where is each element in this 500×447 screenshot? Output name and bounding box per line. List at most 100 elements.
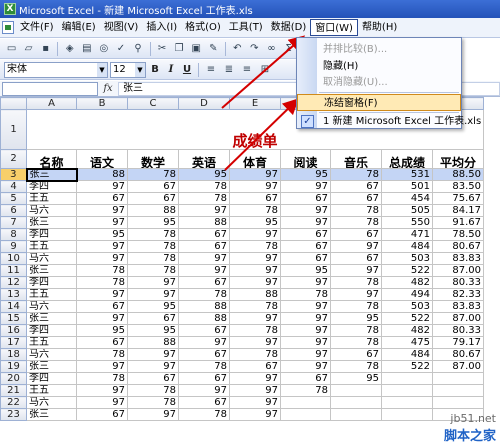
table-cell[interactable]: 550 bbox=[381, 216, 433, 229]
name-cell[interactable]: 马六 bbox=[26, 252, 77, 265]
table-cell[interactable]: 97 bbox=[229, 312, 281, 325]
table-cell[interactable]: 67 bbox=[178, 396, 230, 409]
table-cell[interactable]: 91.67 bbox=[432, 216, 484, 229]
table-cell[interactable]: 67 bbox=[229, 360, 281, 373]
table-cell[interactable]: 78 bbox=[330, 276, 382, 289]
table-cell[interactable]: 501 bbox=[381, 180, 433, 193]
table-cell[interactable]: 80.67 bbox=[432, 240, 484, 253]
table-cell[interactable]: 95 bbox=[178, 168, 230, 181]
table-cell[interactable]: 67 bbox=[178, 276, 230, 289]
table-cell[interactable]: 67 bbox=[127, 180, 179, 193]
row-header[interactable]: 12 bbox=[0, 276, 27, 289]
table-cell[interactable]: 78 bbox=[76, 372, 128, 385]
underline-button[interactable]: U bbox=[180, 62, 194, 78]
row-header[interactable]: 2 bbox=[0, 149, 27, 169]
print-icon[interactable]: ▤ bbox=[79, 41, 94, 57]
table-cell[interactable]: 522 bbox=[381, 312, 433, 325]
table-cell[interactable]: 83.83 bbox=[432, 300, 484, 313]
table-cell[interactable]: 97 bbox=[280, 276, 331, 289]
name-cell[interactable]: 李四 bbox=[26, 372, 77, 385]
table-cell[interactable]: 78 bbox=[127, 384, 179, 397]
table-cell[interactable]: 67 bbox=[178, 228, 230, 241]
row-header[interactable]: 23 bbox=[0, 408, 27, 421]
table-cell[interactable]: 97 bbox=[76, 240, 128, 253]
table-cell[interactable]: 97 bbox=[76, 216, 128, 229]
table-cell[interactable]: 97 bbox=[229, 168, 281, 181]
table-cell[interactable] bbox=[330, 408, 382, 421]
name-cell[interactable]: 王五 bbox=[26, 384, 77, 397]
column-header[interactable]: D bbox=[178, 97, 230, 110]
row-header[interactable]: 8 bbox=[0, 228, 27, 241]
table-cell[interactable] bbox=[381, 408, 433, 421]
align-center-icon[interactable]: ≣ bbox=[221, 62, 237, 78]
table-cell[interactable]: 95 bbox=[280, 264, 331, 277]
table-cell[interactable]: 97 bbox=[229, 336, 281, 349]
table-cell[interactable]: 83.83 bbox=[432, 252, 484, 265]
format-painter-icon[interactable]: ✎ bbox=[206, 41, 221, 57]
table-cell[interactable]: 97 bbox=[229, 276, 281, 289]
table-cell[interactable]: 78 bbox=[330, 360, 382, 373]
table-cell[interactable]: 97 bbox=[76, 384, 128, 397]
menu-insert[interactable]: 插入(I) bbox=[142, 19, 181, 36]
table-cell[interactable]: 97 bbox=[178, 264, 230, 277]
table-cell[interactable] bbox=[432, 372, 484, 385]
row-header[interactable]: 13 bbox=[0, 288, 27, 301]
redo-icon[interactable]: ↷ bbox=[247, 41, 262, 57]
table-cell[interactable] bbox=[432, 384, 484, 397]
row-header[interactable]: 15 bbox=[0, 312, 27, 325]
table-cell[interactable] bbox=[280, 408, 331, 421]
open-icon[interactable]: ▱ bbox=[21, 41, 36, 57]
table-cell[interactable]: 83.50 bbox=[432, 180, 484, 193]
name-cell[interactable]: 张三 bbox=[26, 312, 77, 325]
table-cell[interactable]: 97 bbox=[229, 180, 281, 193]
table-cell[interactable]: 78 bbox=[229, 348, 281, 361]
menu-item-compare-side-by-side[interactable]: 并排比较(B)... bbox=[297, 41, 461, 58]
autosum-icon[interactable]: Σ bbox=[281, 41, 296, 57]
table-cell[interactable]: 471 bbox=[381, 228, 433, 241]
table-cell[interactable]: 97 bbox=[229, 384, 281, 397]
table-cell[interactable]: 97 bbox=[280, 336, 331, 349]
name-cell[interactable]: 王五 bbox=[26, 192, 77, 205]
table-cell[interactable]: 482 bbox=[381, 324, 433, 337]
table-cell[interactable]: 482 bbox=[381, 276, 433, 289]
table-cell[interactable]: 97 bbox=[330, 240, 382, 253]
table-cell[interactable]: 97 bbox=[229, 396, 281, 409]
table-cell[interactable]: 97 bbox=[76, 204, 128, 217]
menu-data[interactable]: 数据(D) bbox=[267, 19, 311, 36]
table-cell[interactable]: 88 bbox=[178, 216, 230, 229]
table-cell[interactable]: 97 bbox=[330, 264, 382, 277]
table-cell[interactable]: 522 bbox=[381, 360, 433, 373]
cut-icon[interactable]: ✂ bbox=[155, 41, 170, 57]
table-cell[interactable]: 67 bbox=[76, 300, 128, 313]
table-cell[interactable]: 67 bbox=[330, 192, 382, 205]
table-cell[interactable]: 78 bbox=[330, 168, 382, 181]
table-cell[interactable]: 88.50 bbox=[432, 168, 484, 181]
table-cell[interactable]: 78 bbox=[229, 240, 281, 253]
table-cell[interactable]: 78 bbox=[178, 288, 230, 301]
table-cell[interactable]: 67 bbox=[178, 348, 230, 361]
menu-item-unhide[interactable]: 取消隐藏(U)... bbox=[297, 74, 461, 91]
name-cell[interactable]: 张三 bbox=[26, 216, 77, 229]
row-header[interactable]: 20 bbox=[0, 372, 27, 385]
header-cell[interactable]: 英语 bbox=[178, 149, 230, 169]
row-header[interactable]: 10 bbox=[0, 252, 27, 265]
table-cell[interactable]: 503 bbox=[381, 300, 433, 313]
table-cell[interactable]: 97 bbox=[76, 180, 128, 193]
row-header[interactable]: 19 bbox=[0, 360, 27, 373]
table-cell[interactable]: 88 bbox=[178, 312, 230, 325]
header-cell[interactable]: 数学 bbox=[127, 149, 179, 169]
table-cell[interactable]: 67 bbox=[76, 192, 128, 205]
row-header[interactable]: 3 bbox=[0, 168, 27, 181]
fx-icon[interactable]: fx bbox=[98, 83, 118, 94]
table-cell[interactable]: 88 bbox=[127, 204, 179, 217]
table-cell[interactable]: 503 bbox=[381, 252, 433, 265]
table-cell[interactable]: 67 bbox=[280, 228, 331, 241]
column-header[interactable]: A bbox=[26, 97, 77, 110]
table-cell[interactable]: 78 bbox=[178, 180, 230, 193]
table-cell[interactable]: 78 bbox=[229, 300, 281, 313]
copy-icon[interactable]: ❐ bbox=[172, 41, 187, 57]
table-cell[interactable]: 97 bbox=[330, 288, 382, 301]
row-header[interactable]: 1 bbox=[0, 109, 27, 150]
table-cell[interactable]: 78 bbox=[127, 228, 179, 241]
table-cell[interactable]: 78 bbox=[330, 216, 382, 229]
